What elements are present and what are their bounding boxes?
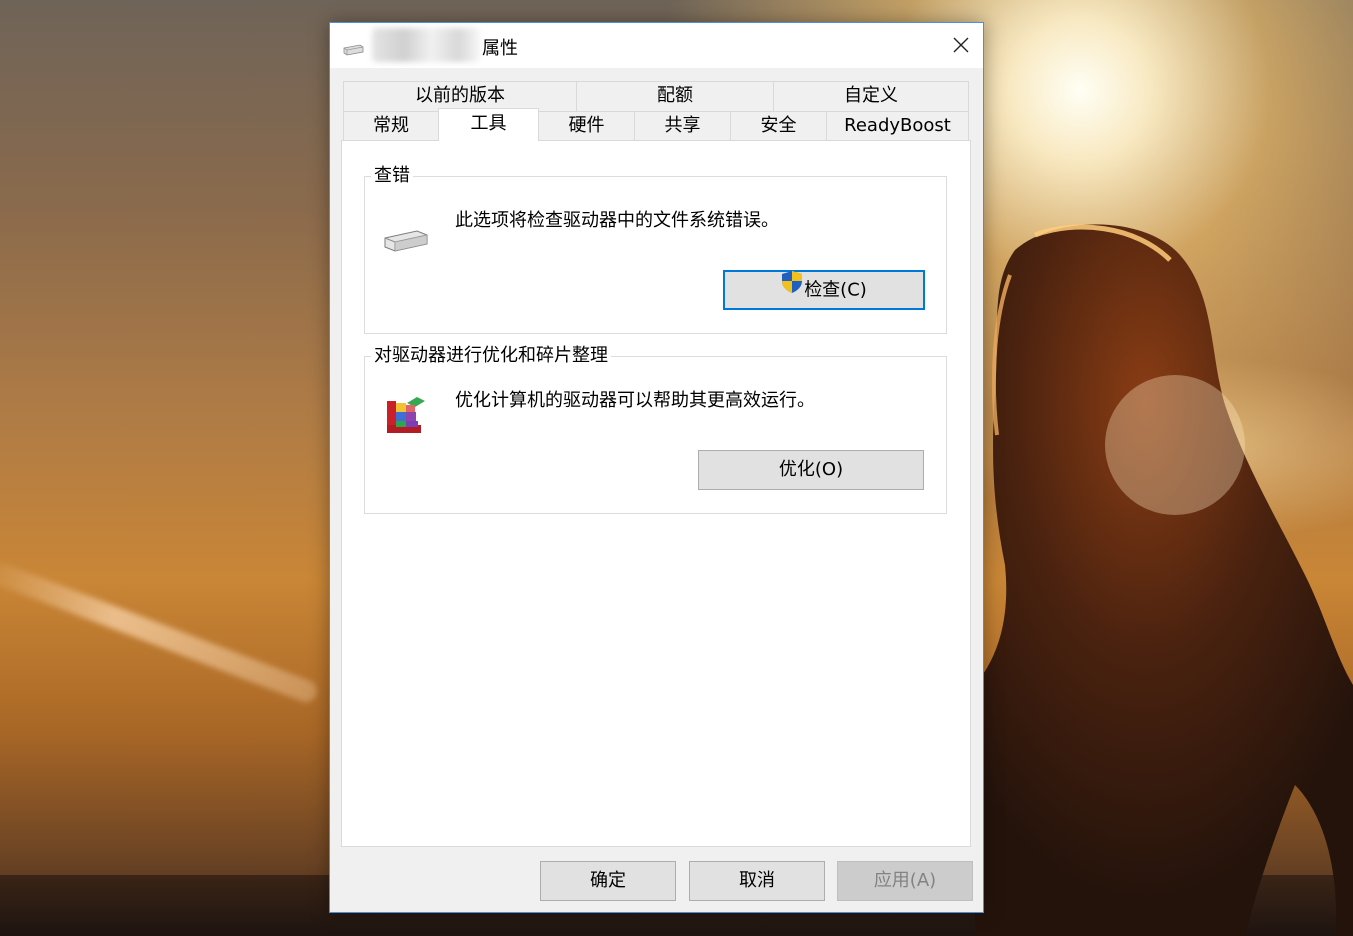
- ok-button[interactable]: 确定: [540, 861, 676, 901]
- error-check-group: 查错 此选项将检查驱动器中的文件系统错误。 检查(C): [364, 165, 947, 334]
- tab-sharing[interactable]: 共享: [634, 111, 731, 141]
- properties-dialog: 属性 以前的版本 配额 自定义 常规 工具 硬件 共享 安全 ReadyBoos…: [329, 22, 984, 913]
- error-check-description: 此选项将检查驱动器中的文件系统错误。: [455, 210, 779, 231]
- tab-label: 自定义: [844, 85, 898, 106]
- cancel-button[interactable]: 取消: [689, 861, 825, 901]
- blurred-drive-name: [372, 28, 480, 62]
- defrag-icon: [385, 393, 427, 440]
- tab-label: 共享: [664, 115, 701, 136]
- tab-quota[interactable]: 配额: [576, 81, 774, 111]
- cancel-button-label: 取消: [739, 870, 775, 891]
- tab-security[interactable]: 安全: [730, 111, 827, 141]
- tab-tools[interactable]: 工具: [438, 108, 539, 141]
- tab-label: 以前的版本: [415, 85, 505, 106]
- tab-previous-versions[interactable]: 以前的版本: [343, 81, 577, 111]
- error-check-title: 查错: [371, 165, 413, 187]
- optimize-description: 优化计算机的驱动器可以帮助其更高效运行。: [455, 390, 815, 411]
- drive-small-icon: [342, 40, 364, 61]
- tab-label: 安全: [760, 115, 797, 136]
- tab-hardware[interactable]: 硬件: [538, 111, 635, 141]
- tab-readyboost[interactable]: ReadyBoost: [826, 111, 969, 141]
- tab-label: 硬件: [568, 115, 605, 136]
- optimize-button-label: 优化(O): [778, 459, 844, 480]
- close-button[interactable]: [940, 28, 980, 62]
- drive-icon: [383, 229, 429, 258]
- optimize-button[interactable]: 优化(O): [698, 450, 924, 490]
- check-button-label: 检查(C): [804, 279, 867, 301]
- optimize-title: 对驱动器进行优化和碎片整理: [371, 345, 611, 367]
- tab-label: ReadyBoost: [844, 115, 951, 136]
- tools-tab-panel: 查错 此选项将检查驱动器中的文件系统错误。 检查(C) 对驱动器进行优化和碎片整…: [341, 140, 971, 847]
- tab-general[interactable]: 常规: [343, 111, 439, 141]
- title-bar[interactable]: 属性: [330, 23, 983, 68]
- woman-silhouette: [975, 224, 1353, 936]
- uac-shield-icon: [781, 270, 803, 307]
- check-button[interactable]: 检查(C): [723, 270, 925, 310]
- ok-button-label: 确定: [590, 870, 626, 891]
- optimize-group: 对驱动器进行优化和碎片整理 优化计算机的驱动器可以帮助其更高效运行。 优化(O): [364, 345, 947, 514]
- window-title: 属性: [482, 38, 518, 59]
- close-icon: [953, 37, 969, 53]
- apply-button[interactable]: 应用(A): [837, 861, 973, 901]
- tab-label: 工具: [470, 113, 507, 134]
- apply-button-label: 应用(A): [873, 870, 937, 891]
- sky-streak: [0, 555, 321, 706]
- tab-label: 常规: [373, 115, 409, 136]
- tab-label: 配额: [657, 85, 693, 106]
- tab-customize[interactable]: 自定义: [773, 81, 969, 111]
